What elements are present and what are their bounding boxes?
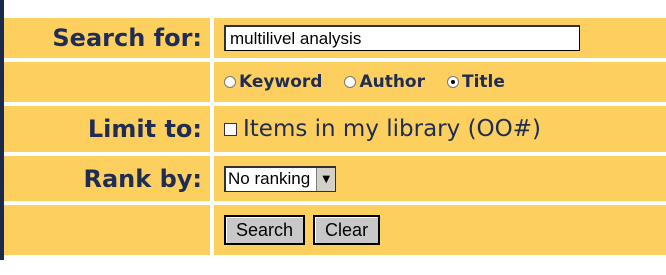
radio-author[interactable]: Author <box>344 72 425 92</box>
radio-keyword[interactable]: Keyword <box>224 72 322 92</box>
button-group: Search Clear <box>224 215 381 245</box>
search-for-label: Search for: <box>4 18 214 62</box>
search-form: Search for: Keyword Author Title <box>4 18 666 259</box>
radio-keyword-circle[interactable] <box>224 76 236 88</box>
radio-author-circle[interactable] <box>344 76 357 88</box>
rank-by-label: Rank by: <box>4 156 214 205</box>
empty-button-label-cell <box>4 205 214 259</box>
search-input[interactable] <box>224 25 580 51</box>
radio-author-label: Author <box>359 72 425 92</box>
dropdown-arrow-icon[interactable]: ▼ <box>316 167 336 191</box>
rank-select[interactable]: No ranking ▼ <box>224 165 337 192</box>
search-input-cell <box>214 18 666 62</box>
radio-title[interactable]: Title <box>447 72 505 92</box>
buttons-cell: Search Clear <box>214 205 666 259</box>
rank-cell: No ranking ▼ <box>214 156 666 205</box>
radio-title-circle[interactable] <box>447 76 459 88</box>
radio-title-label: Title <box>462 72 505 92</box>
rank-select-value: No ranking <box>228 169 311 188</box>
radio-keyword-label: Keyword <box>239 72 323 92</box>
empty-label-cell <box>4 62 214 106</box>
clear-button[interactable]: Clear <box>313 215 381 245</box>
library-checkbox[interactable] <box>224 122 237 136</box>
library-checkbox-label: Items in my library (OO#) <box>243 116 541 142</box>
search-form-frame: Search for: Keyword Author Title <box>0 0 666 275</box>
search-type-radio-group: Keyword Author Title <box>224 72 505 92</box>
limit-checkbox-row[interactable]: Items in my library (OO#) <box>224 116 541 142</box>
limit-to-label: Limit to: <box>4 106 214 156</box>
search-type-cell: Keyword Author Title <box>214 62 666 106</box>
search-button[interactable]: Search <box>224 215 306 245</box>
limit-cell: Items in my library (OO#) <box>214 106 666 156</box>
